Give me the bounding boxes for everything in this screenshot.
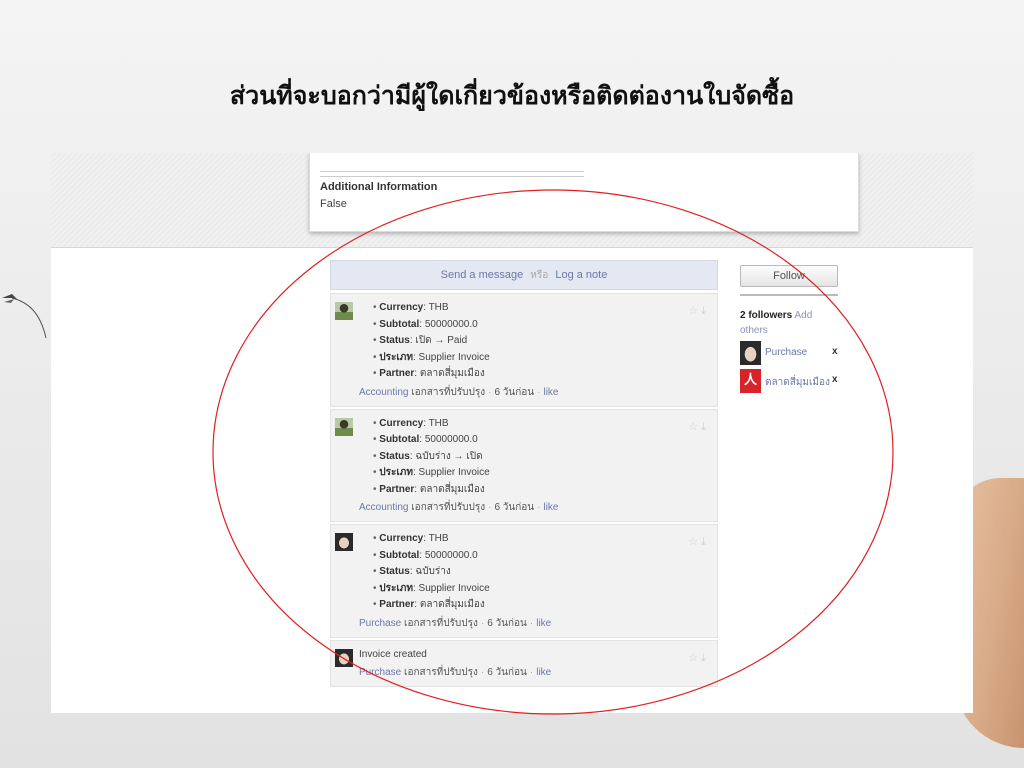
author-link[interactable]: Accounting: [359, 387, 408, 398]
star-icon[interactable]: ☆: [688, 305, 701, 317]
tracking-value-row: ประเภท: Supplier Invoice: [373, 465, 709, 482]
subtype-label: เอกสารที่ปรับปรุง: [404, 617, 478, 629]
timestamp: 6 วันก่อน: [494, 386, 535, 398]
star-icon[interactable]: ☆: [688, 652, 701, 664]
download-icon[interactable]: ⤓: [701, 536, 709, 548]
subtype-label: เอกสารที่ปรับปรุง: [404, 666, 478, 678]
separator: [740, 294, 838, 296]
message-meta: Accounting เอกสารที่ปรับปรุง · 6 วันก่อน · l…: [359, 502, 559, 513]
message-tools: ☆⤓: [688, 420, 709, 434]
remove-follower-icon[interactable]: x: [832, 374, 838, 385]
download-icon[interactable]: ⤓: [701, 652, 709, 664]
author-link[interactable]: Accounting: [359, 502, 408, 513]
message-tools: ☆⤓: [688, 535, 709, 549]
tracking-value-row: Partner: ตลาดสี่มุมเมือง: [373, 597, 709, 614]
tracking-value-row: Subtotal: 50000000.0: [373, 548, 709, 565]
download-icon[interactable]: ⤓: [701, 305, 709, 317]
message-body: Invoice created: [359, 648, 427, 660]
partner-logo-icon: 人: [740, 369, 761, 393]
tracking-values: Currency: THB Subtotal: 50000000.0 Statu…: [359, 416, 709, 499]
like-link[interactable]: like: [536, 667, 551, 678]
follow-button[interactable]: Follow: [740, 265, 838, 287]
tracking-value-row: Status: ฉบับร่าง → เปิด: [373, 449, 709, 466]
separator: [320, 171, 584, 177]
timestamp: 6 วันก่อน: [494, 502, 535, 513]
tracking-value-row: Partner: ตลาดสี่มุมเมือง: [373, 366, 709, 383]
tracking-value-row: Partner: ตลาดสี่มุมเมือง: [373, 482, 709, 499]
slide-title: ส่วนที่จะบอกว่ามีผู้ใดเกี่ยวข้องหรือติดต…: [229, 81, 795, 110]
add-followers-link[interactable]: Add: [794, 310, 812, 321]
avatar: [335, 648, 353, 667]
subtype-label: เอกสารที่ปรับปรุง: [411, 386, 486, 398]
followers-count-label: 2 followers: [740, 310, 793, 321]
composer-bar: Send a message หรือ Log a note: [330, 260, 718, 290]
avatar: [740, 341, 761, 365]
add-others-link[interactable]: others: [740, 325, 768, 336]
message-meta: Purchase เอกสารที่ปรับปรุง · 6 วันก่อน · lik…: [359, 666, 552, 678]
follower-name[interactable]: ตลาดสี่มุมเมือง: [765, 375, 830, 390]
subtype-label: เอกสารที่ปรับปรุง: [411, 502, 486, 513]
remove-follower-icon[interactable]: x: [832, 346, 838, 357]
timestamp: 6 วันก่อน: [487, 617, 527, 629]
send-message-link[interactable]: Send a message: [441, 269, 524, 281]
tracking-value-row: Currency: THB: [373, 531, 709, 548]
followers-panel: Follow 2 followers Add others Purchase x…: [740, 265, 844, 394]
tracking-value-row: Status: เปิด → Paid: [373, 333, 709, 350]
like-link[interactable]: like: [543, 387, 558, 398]
tracking-values: Currency: THB Subtotal: 50000000.0 Statu…: [359, 300, 709, 383]
message-meta: Accounting เอกสารที่ปรับปรุง · 6 วันก่อน · l…: [359, 386, 559, 398]
avatar: [335, 533, 353, 551]
additional-info-value: False: [320, 198, 347, 210]
tracking-value-row: Subtotal: 50000000.0: [373, 317, 709, 334]
additional-info-label: Additional Information: [320, 181, 438, 193]
follower-item: 人 ตลาดสี่มุมเมือง x: [740, 368, 844, 394]
like-link[interactable]: like: [543, 502, 558, 513]
tracking-value-row: Currency: THB: [373, 300, 709, 317]
follower-name[interactable]: Purchase: [765, 347, 807, 358]
author-link[interactable]: Purchase: [359, 618, 401, 629]
follower-item: Purchase x: [740, 340, 844, 366]
message-item: Currency: THB Subtotal: 50000000.0 Statu…: [330, 524, 718, 638]
followers-count: 2 followers Add others: [740, 308, 844, 338]
like-link[interactable]: like: [536, 618, 551, 629]
tracking-value-row: ประเภท: Supplier Invoice: [373, 350, 709, 367]
author-link[interactable]: Purchase: [359, 667, 401, 678]
tracking-value-row: ประเภท: Supplier Invoice: [373, 581, 709, 598]
tracking-value-row: Status: ฉบับร่าง: [373, 564, 709, 581]
message-item: Currency: THB Subtotal: 50000000.0 Statu…: [330, 293, 718, 407]
avatar: [335, 302, 353, 320]
timestamp: 6 วันก่อน: [487, 666, 527, 678]
message-thread: Send a message หรือ Log a note Currency:…: [330, 260, 718, 689]
tracking-values: Currency: THB Subtotal: 50000000.0 Statu…: [359, 531, 709, 614]
additional-info-card: Additional Information False: [309, 153, 859, 232]
message-item: Invoice created Purchase เอกสารที่ปรับปร…: [330, 639, 718, 687]
message-meta: Purchase เอกสารที่ปรับปรุง · 6 วันก่อน · lik…: [359, 617, 552, 629]
avatar: [335, 417, 353, 436]
message-item: Currency: THB Subtotal: 50000000.0 Statu…: [330, 408, 718, 522]
message-tools: ☆⤓: [688, 304, 709, 318]
download-icon[interactable]: ⤓: [701, 421, 709, 433]
log-note-link[interactable]: Log a note: [555, 269, 607, 281]
tracking-value-row: Currency: THB: [373, 416, 709, 433]
tracking-value-row: Subtotal: 50000000.0: [373, 432, 709, 449]
screenshot-panel: Additional Information False Send a mess…: [51, 153, 973, 713]
message-tools: ☆⤓: [688, 651, 709, 665]
or-label: หรือ: [530, 270, 549, 281]
star-icon[interactable]: ☆: [688, 421, 701, 433]
star-icon[interactable]: ☆: [688, 536, 701, 548]
